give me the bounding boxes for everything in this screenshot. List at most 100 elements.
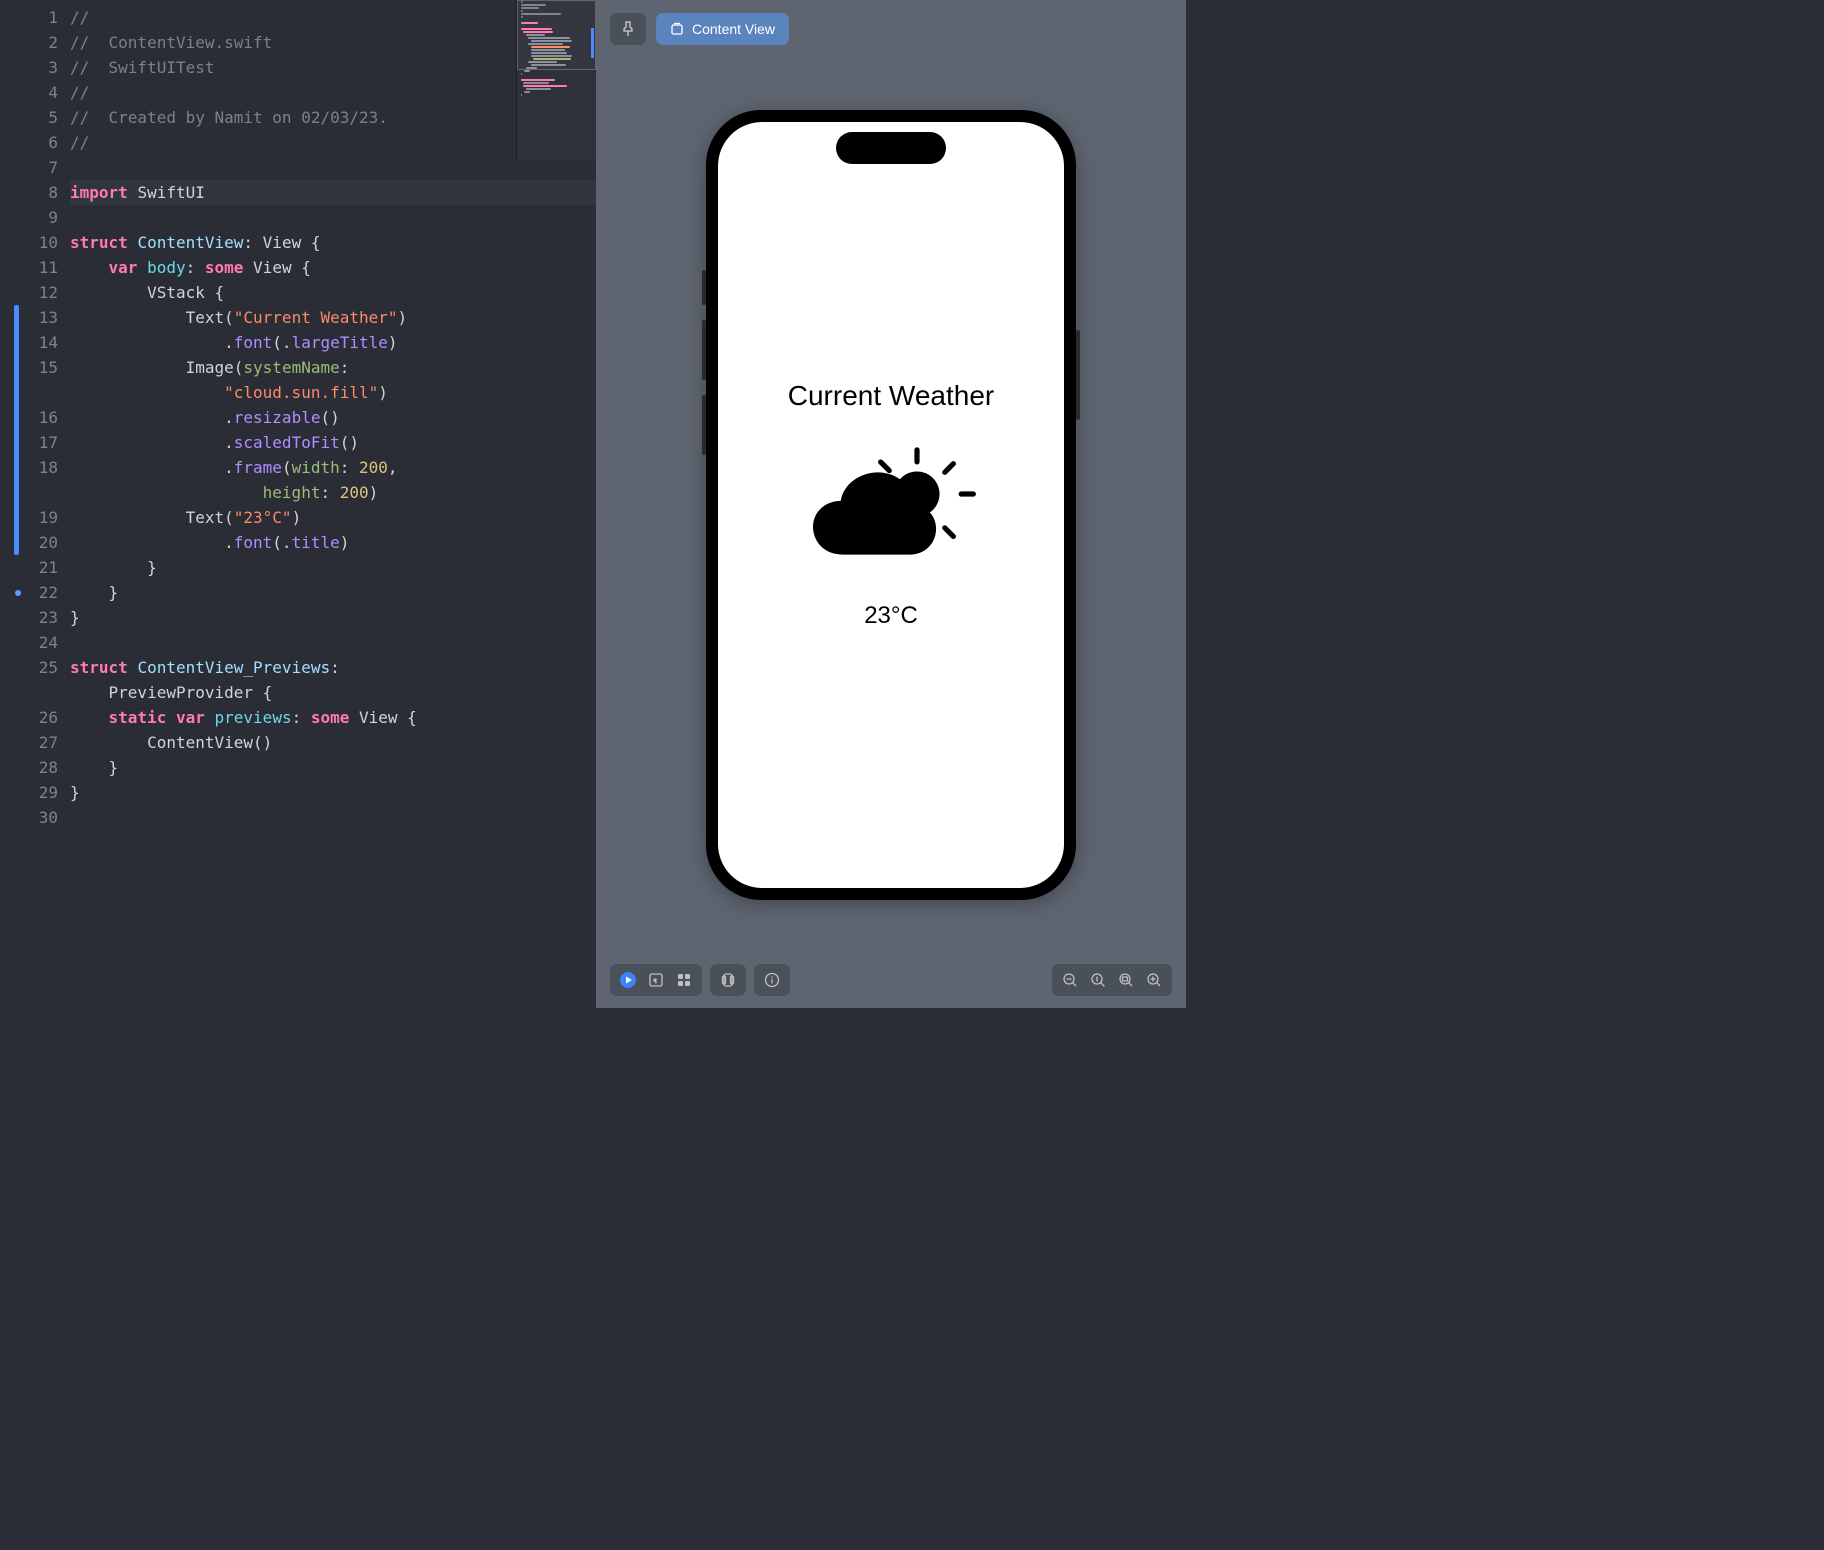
line-number: 24 [0, 630, 58, 655]
code-line[interactable]: .scaledToFit() [70, 430, 596, 455]
code-line[interactable]: struct ContentView: View { [70, 230, 596, 255]
line-number: 11 [0, 255, 58, 280]
cloud-sun-fill-icon [801, 442, 981, 572]
dynamic-island [836, 132, 946, 164]
zoom-out-icon [1062, 972, 1078, 988]
zoom-out-button[interactable] [1056, 966, 1084, 994]
zoom-controls [1052, 964, 1172, 996]
code-line[interactable]: .frame(width: 200, [70, 455, 596, 480]
zoom-in-button[interactable] [1140, 966, 1168, 994]
line-number: 12 [0, 280, 58, 305]
minimap-viewport[interactable] [517, 0, 596, 70]
code-line[interactable]: var body: some View { [70, 255, 596, 280]
line-number: 2 [0, 30, 58, 55]
phone-screen: Current Weather 23°C [718, 122, 1064, 888]
line-number: 16 [0, 405, 58, 430]
line-number: 15 [0, 355, 58, 380]
code-line[interactable]: .resizable() [70, 405, 596, 430]
preview-settings-button[interactable] [758, 966, 786, 994]
line-number: 14 [0, 330, 58, 355]
preview-bottom-bar [596, 952, 1186, 1008]
change-indicator-dot [15, 590, 21, 596]
code-line[interactable]: ContentView() [70, 730, 596, 755]
device-settings-button[interactable] [714, 966, 742, 994]
line-number: 3 [0, 55, 58, 80]
line-number: 13 [0, 305, 58, 330]
phone-frame: Current Weather 23°C [706, 110, 1076, 900]
zoom-in-icon [1146, 972, 1162, 988]
grid-icon [676, 972, 692, 988]
code-line[interactable]: } [70, 780, 596, 805]
line-number: 25 [0, 655, 58, 680]
code-line[interactable] [70, 630, 596, 655]
zoom-fit-button[interactable] [1112, 966, 1140, 994]
preview-canvas[interactable]: Current Weather 23°C [596, 58, 1186, 952]
preview-toolbar: Content View [596, 0, 1186, 58]
view-stack-icon [670, 22, 684, 36]
code-line[interactable]: import SwiftUI [70, 180, 596, 205]
line-number: 30 [0, 805, 58, 830]
line-number: 6 [0, 130, 58, 155]
content-view-chip[interactable]: Content View [656, 13, 789, 45]
line-number: 21 [0, 555, 58, 580]
code-line[interactable]: Text("23°C") [70, 505, 596, 530]
variants-button[interactable] [670, 966, 698, 994]
device-icon [720, 972, 736, 988]
line-number: 29 [0, 780, 58, 805]
line-number [0, 480, 58, 505]
live-preview-button[interactable] [614, 966, 642, 994]
code-line[interactable]: Image(systemName: [70, 355, 596, 380]
line-number-gutter: 1234567891011121314151617181920212223242… [0, 0, 70, 1008]
code-line[interactable]: static var previews: some View { [70, 705, 596, 730]
phone-volume-down [702, 320, 706, 380]
code-line[interactable]: } [70, 555, 596, 580]
pin-button[interactable] [610, 13, 646, 45]
code-line[interactable]: height: 200) [70, 480, 596, 505]
chip-label: Content View [692, 21, 775, 37]
code-line[interactable]: VStack { [70, 280, 596, 305]
line-number: 26 [0, 705, 58, 730]
zoom-actual-button[interactable] [1084, 966, 1112, 994]
zoom-100-icon [1090, 972, 1106, 988]
preview-mode-controls [610, 964, 702, 996]
cursor-rect-icon [648, 972, 664, 988]
play-circle-icon [619, 971, 637, 989]
selectable-preview-button[interactable] [642, 966, 670, 994]
line-number: 7 [0, 155, 58, 180]
info-circle-icon [764, 972, 780, 988]
code-line[interactable]: PreviewProvider { [70, 680, 596, 705]
line-number: 20 [0, 530, 58, 555]
code-line[interactable]: .font(.title) [70, 530, 596, 555]
device-controls [710, 964, 746, 996]
code-line[interactable]: } [70, 755, 596, 780]
code-line[interactable] [70, 205, 596, 230]
phone-volume-up [702, 270, 706, 305]
change-indicator-bar [14, 305, 19, 555]
line-number: 27 [0, 730, 58, 755]
line-number: 10 [0, 230, 58, 255]
preview-temp-text: 23°C [864, 602, 918, 630]
line-number: 28 [0, 755, 58, 780]
line-number: 1 [0, 5, 58, 30]
phone-power-button [1076, 330, 1080, 420]
line-number [0, 680, 58, 705]
minimap[interactable] [516, 0, 596, 160]
code-line[interactable]: "cloud.sun.fill") [70, 380, 596, 405]
preview-pane: Content View Current Weather [596, 0, 1186, 1008]
line-number: 17 [0, 430, 58, 455]
preview-settings-group [754, 964, 790, 996]
line-number: 9 [0, 205, 58, 230]
pin-icon [620, 21, 636, 37]
line-number: 19 [0, 505, 58, 530]
code-line[interactable] [70, 805, 596, 830]
code-line[interactable]: Text("Current Weather") [70, 305, 596, 330]
zoom-fit-icon [1118, 972, 1134, 988]
code-line[interactable]: } [70, 580, 596, 605]
code-line[interactable]: .font(.largeTitle) [70, 330, 596, 355]
line-number: 8 [0, 180, 58, 205]
code-editor[interactable]: 1234567891011121314151617181920212223242… [0, 0, 596, 1008]
code-line[interactable]: } [70, 605, 596, 630]
line-number: 5 [0, 105, 58, 130]
code-line[interactable]: struct ContentView_Previews: [70, 655, 596, 680]
line-number: 23 [0, 605, 58, 630]
